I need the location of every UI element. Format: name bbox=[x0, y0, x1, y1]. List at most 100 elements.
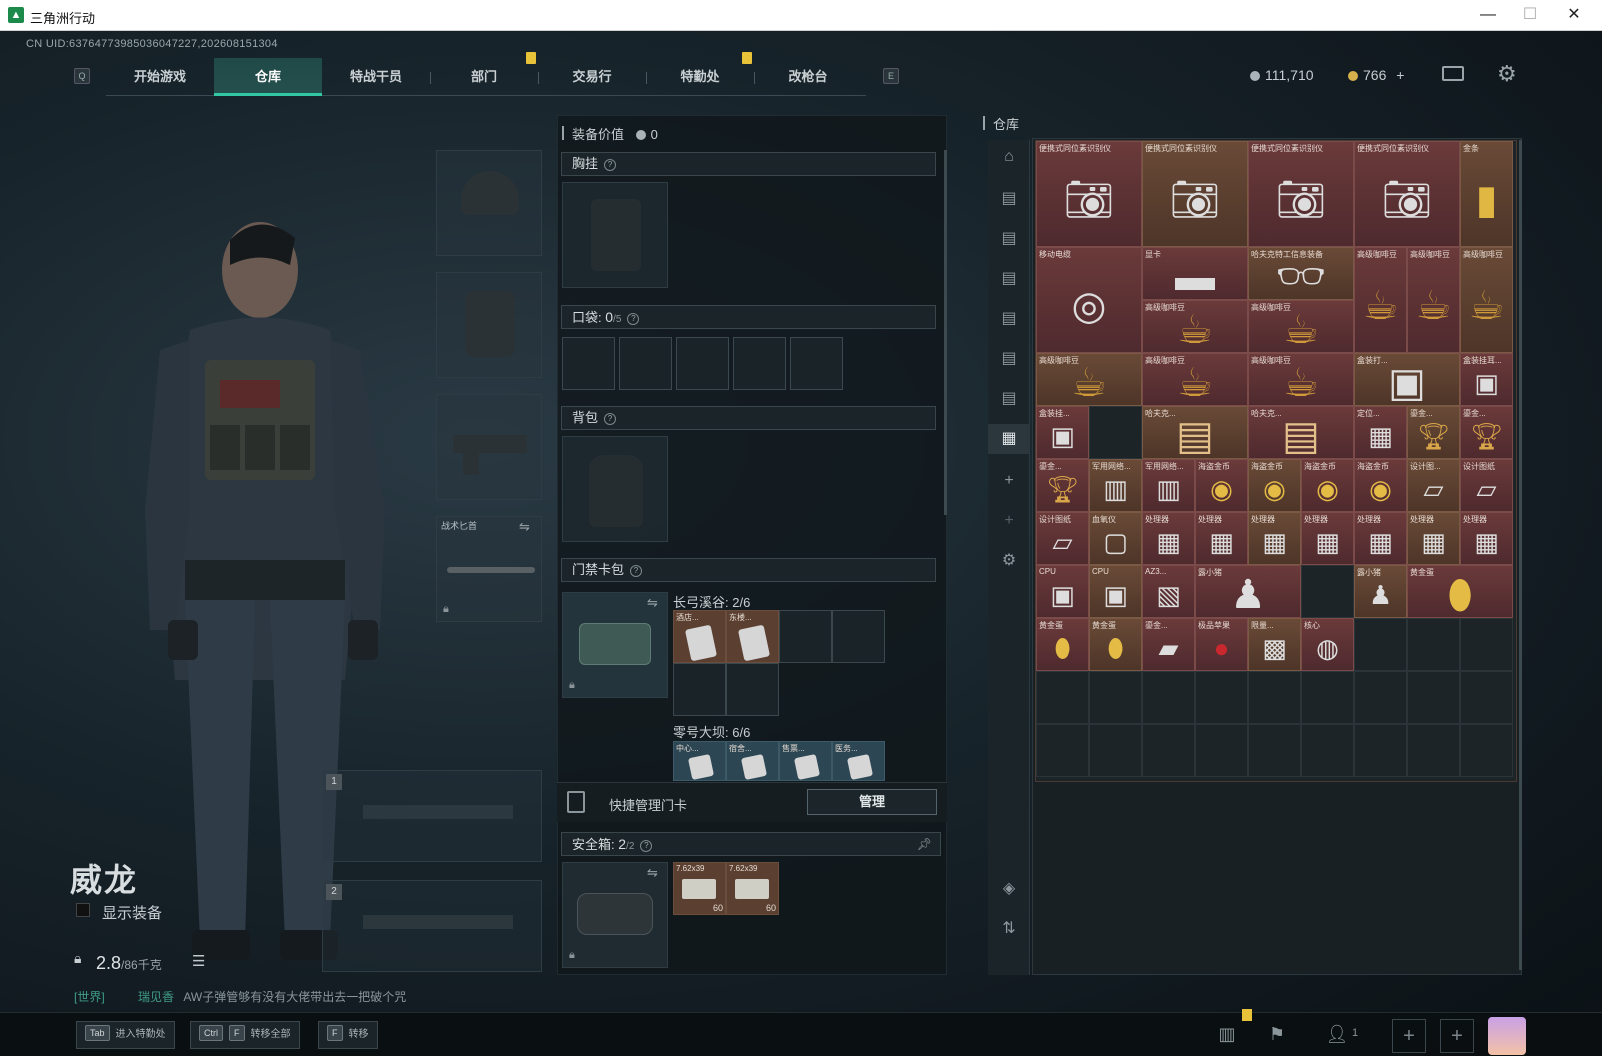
nav-next-key[interactable]: E bbox=[883, 68, 899, 84]
warehouse-empty-cell[interactable] bbox=[1460, 724, 1513, 777]
safebox-slot[interactable]: ⇋ 🔒︎ bbox=[562, 862, 668, 968]
tab-gunsmith[interactable]: 改枪台 bbox=[754, 58, 862, 96]
warehouse-item[interactable]: 海盗金币 ◉ bbox=[1248, 459, 1301, 512]
warehouse-empty-cell[interactable] bbox=[1248, 671, 1301, 724]
warehouse-item[interactable]: 鎏金... ▰ bbox=[1142, 618, 1195, 671]
settings-icon[interactable]: ⚙ bbox=[994, 546, 1024, 576]
warehouse-item[interactable]: 高级咖啡豆 ☕︎ bbox=[1142, 353, 1248, 406]
warehouse-empty-cell[interactable] bbox=[1089, 724, 1142, 777]
pocket-slot[interactable] bbox=[790, 337, 843, 390]
tab-department[interactable]: 部门 bbox=[430, 58, 538, 96]
warehouse-empty-cell[interactable] bbox=[1407, 671, 1460, 724]
warehouse-empty-cell[interactable] bbox=[1460, 671, 1513, 724]
helmet-slot[interactable] bbox=[436, 150, 542, 256]
pocket-slot[interactable] bbox=[619, 337, 672, 390]
warehouse-item[interactable]: 高级咖啡豆 ☕︎ bbox=[1460, 247, 1513, 353]
tab-special-service[interactable]: 特勤处 bbox=[646, 58, 754, 96]
manage-button[interactable]: 管理 bbox=[807, 789, 937, 815]
warehouse-tab-icon[interactable]: ▤ bbox=[994, 304, 1024, 334]
warehouse-item[interactable]: 高级咖啡豆 ☕︎ bbox=[1248, 300, 1354, 353]
warehouse-item[interactable]: 便携式同位素识别仪 📷︎ bbox=[1142, 141, 1248, 247]
player-avatar[interactable] bbox=[1488, 1017, 1526, 1055]
keycard-case-slot[interactable]: ⇋ 🔒︎ bbox=[562, 592, 668, 698]
warehouse-empty-cell[interactable] bbox=[1248, 724, 1301, 777]
gold-currency[interactable]: 766 + bbox=[1348, 67, 1404, 83]
warehouse-item[interactable]: 便携式同位素识别仪 📷︎ bbox=[1354, 141, 1460, 247]
body-armor-slot[interactable] bbox=[436, 272, 542, 378]
swap-icon[interactable]: ⇋ bbox=[647, 865, 658, 881]
nav-prev-key[interactable]: Q bbox=[74, 68, 90, 84]
keycard-empty-slot[interactable] bbox=[832, 610, 885, 663]
add-currency-button[interactable]: + bbox=[1396, 67, 1404, 83]
keycard-empty-slot[interactable] bbox=[673, 663, 726, 716]
warehouse-item[interactable]: 定位... ▦ bbox=[1354, 406, 1407, 459]
keycard-empty-slot[interactable] bbox=[779, 610, 832, 663]
flag-icon[interactable]: ⚑ bbox=[1262, 1019, 1292, 1049]
warehouse-item[interactable]: 设计图... ▱ bbox=[1407, 459, 1460, 512]
warehouse-item[interactable]: 盒装挂耳... ▣ bbox=[1460, 353, 1513, 406]
warehouse-item[interactable]: CPU ▣ bbox=[1036, 565, 1089, 618]
warehouse-empty-cell[interactable] bbox=[1460, 618, 1513, 671]
warehouse-empty-cell[interactable] bbox=[1301, 565, 1354, 618]
warehouse-empty-cell[interactable] bbox=[1036, 671, 1089, 724]
help-icon[interactable]: ? bbox=[604, 413, 617, 425]
squad-icon[interactable]: 👤︎ bbox=[1322, 1019, 1352, 1049]
help-icon[interactable]: ? bbox=[627, 313, 640, 325]
add-tab-icon[interactable]: + bbox=[994, 506, 1024, 536]
warehouse-item[interactable]: 军用网络... ▥ bbox=[1089, 459, 1142, 512]
warehouse-item[interactable]: 处理器 ▦ bbox=[1354, 512, 1407, 565]
tab-start-game[interactable]: 开始游戏 bbox=[106, 58, 214, 96]
swap-icon[interactable]: ⇋ bbox=[519, 519, 530, 535]
world-chat-line[interactable]: [世界] 瑞见香 AW子弹管够有没有大佬带出去一把破个咒 bbox=[74, 988, 406, 1005]
warehouse-item[interactable]: 鎏金... 🏆︎ bbox=[1460, 406, 1513, 459]
warehouse-item[interactable]: 设计图纸 ▱ bbox=[1460, 459, 1513, 512]
tab-trading[interactable]: 交易行 bbox=[538, 58, 646, 96]
transfer-button[interactable]: F 转移 bbox=[318, 1021, 378, 1049]
pocket-slot[interactable] bbox=[733, 337, 786, 390]
warehouse-tab-icon[interactable]: ▤ bbox=[994, 264, 1024, 294]
ammo-item[interactable]: 7.62x39 60 bbox=[673, 862, 726, 915]
warehouse-tab-icon[interactable]: ▤ bbox=[994, 224, 1024, 254]
panel-scrollbar[interactable] bbox=[944, 150, 947, 515]
invite-slot-button[interactable]: + bbox=[1440, 1019, 1474, 1053]
primary-weapon-slot-2[interactable]: 2 bbox=[322, 880, 542, 972]
help-icon[interactable]: ? bbox=[604, 159, 617, 171]
warehouse-item[interactable]: 高级咖啡豆 ☕︎ bbox=[1142, 300, 1248, 353]
warehouse-item[interactable]: 核心 ◍ bbox=[1301, 618, 1354, 671]
warehouse-item[interactable]: AZ3... ▧ bbox=[1142, 565, 1195, 618]
enter-special-service-button[interactable]: Tab 进入特勤处 bbox=[76, 1021, 175, 1049]
warehouse-item[interactable]: 盒装打... ▣ bbox=[1354, 353, 1460, 406]
warehouse-item[interactable]: 黄金蛋 ⬮ bbox=[1089, 618, 1142, 671]
warehouse-empty-cell[interactable] bbox=[1407, 724, 1460, 777]
warehouse-empty-cell[interactable] bbox=[1142, 724, 1195, 777]
warehouse-empty-cell[interactable] bbox=[1195, 671, 1248, 724]
stats-chart-icon[interactable]: ▥ bbox=[1212, 1019, 1242, 1049]
warehouse-item[interactable]: 海盗金币 ◉ bbox=[1195, 459, 1248, 512]
warehouse-empty-cell[interactable] bbox=[1089, 671, 1142, 724]
list-icon[interactable]: ☰ bbox=[192, 952, 205, 970]
warehouse-item[interactable]: 限量... ▩ bbox=[1248, 618, 1301, 671]
warehouse-empty-cell[interactable] bbox=[1142, 671, 1195, 724]
warehouse-item[interactable]: 显卡 ▬ bbox=[1142, 247, 1248, 300]
warehouse-item[interactable]: 露小猪 ♟ bbox=[1195, 565, 1301, 618]
pin-icon[interactable]: 📌︎ bbox=[917, 833, 932, 855]
warehouse-item[interactable]: 移动电缆 ◎ bbox=[1036, 247, 1142, 353]
chest-rig-slot[interactable] bbox=[562, 182, 668, 288]
warehouse-empty-cell[interactable] bbox=[1354, 618, 1407, 671]
invite-slot-button[interactable]: + bbox=[1392, 1019, 1426, 1053]
melee-slot[interactable]: 战术匕首 ⇋ 🔒︎ bbox=[436, 516, 542, 622]
warehouse-item[interactable]: 露小猪 ♟ bbox=[1354, 565, 1407, 618]
warehouse-empty-cell[interactable] bbox=[1089, 406, 1142, 459]
warehouse-item[interactable]: 高级咖啡豆 ☕︎ bbox=[1248, 353, 1354, 406]
settings-gear-icon[interactable]: ⚙ bbox=[1497, 61, 1517, 87]
warehouse-empty-cell[interactable] bbox=[1301, 671, 1354, 724]
warehouse-item[interactable]: 哈夫克特工信息装备 👓︎ bbox=[1248, 247, 1354, 300]
warehouse-item[interactable]: CPU ▣ bbox=[1089, 565, 1142, 618]
warehouse-tab-icon[interactable]: ▤ bbox=[994, 384, 1024, 414]
warehouse-item[interactable]: 处理器 ▦ bbox=[1301, 512, 1354, 565]
keycard-item[interactable]: 宿舍... bbox=[726, 741, 779, 781]
pocket-slot[interactable] bbox=[562, 337, 615, 390]
sort-icon[interactable]: ⇅ bbox=[994, 914, 1024, 944]
warehouse-home-icon[interactable]: ⌂ bbox=[994, 142, 1024, 172]
transfer-all-button[interactable]: Ctrl F 转移全部 bbox=[190, 1021, 300, 1049]
